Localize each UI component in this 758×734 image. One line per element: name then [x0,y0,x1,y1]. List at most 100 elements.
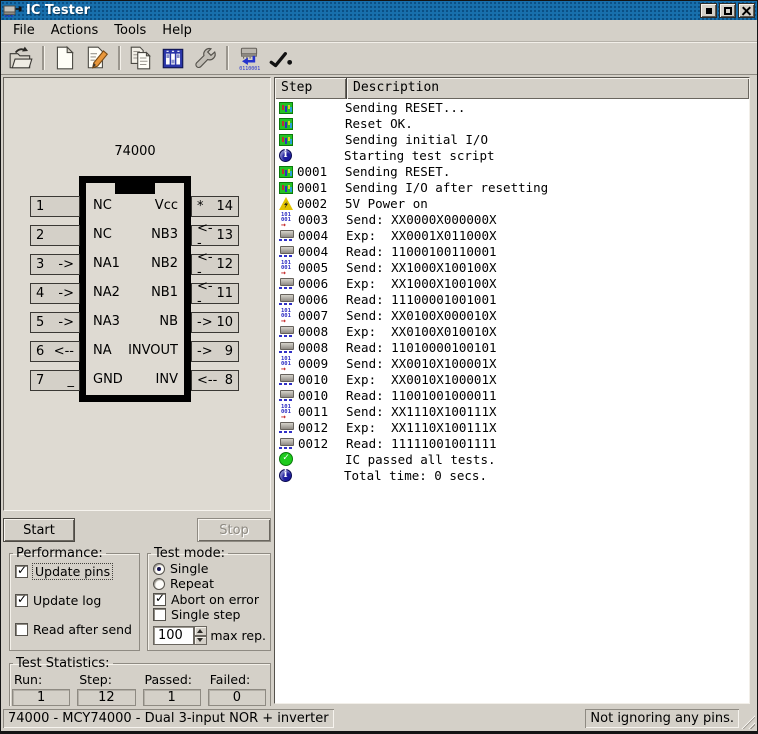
pin-row: 7_ GND INV <--8 [4,370,270,391]
open-file-button[interactable] [5,44,37,73]
pin-box-5[interactable]: 5-> [30,312,80,333]
radio-repeat[interactable]: Repeat [153,576,266,591]
log-row[interactable]: 0008 Read: 11010000100101 [275,339,749,355]
checkbox-read-after-send[interactable]: Read after send [15,622,135,637]
pin-box-13[interactable]: <--13 [191,225,239,246]
read-chip-icon [279,276,294,290]
pin-box-7[interactable]: 7_ [30,370,80,391]
maximize-button[interactable] [719,3,736,18]
spin-up-button[interactable] [194,626,208,636]
pin-label-right: NB3 [151,227,178,242]
chip-title: 74000 [79,144,191,159]
pin-label-right: Vcc [155,198,178,213]
column-header-description[interactable]: Description [347,78,749,99]
toolbar-separator [42,46,44,70]
checkbox-update-log[interactable]: Update log [15,593,135,608]
log-row[interactable]: 0002 5V Power on [275,195,749,211]
checkbox-box [153,593,166,606]
log-row[interactable]: 0005 Send: XX1000X100100X [275,259,749,275]
pin-label-left: NC [93,227,112,242]
maximize-icon [724,7,732,15]
log-row[interactable]: 0004 Exp: XX0001X011000X [275,227,749,243]
log-row[interactable]: 0001 Sending RESET. [275,163,749,179]
log-row[interactable]: 0001 Sending I/O after resetting [275,179,749,195]
resize-grip[interactable] [741,715,755,729]
checkbox-abort-on-error[interactable]: Abort on error [153,592,266,607]
pin-box-10[interactable]: ->10 [191,312,239,333]
checkbox-box [15,565,28,578]
spin-down-button[interactable] [194,636,208,646]
log-row[interactable]: Total time: 0 secs. [275,467,749,483]
log-row[interactable]: 0006 Read: 11100001001001 [275,291,749,307]
menu-help[interactable]: Help [154,21,200,40]
pin-box-2[interactable]: 2 [30,225,80,246]
pin-box-6[interactable]: 6<-- [30,341,80,362]
log-row[interactable]: Starting test script [275,147,749,163]
checkbox-update-pins[interactable]: Update pins [15,564,135,579]
pin-box-11[interactable]: <--11 [191,283,239,304]
column-header-step[interactable]: Step [275,78,347,99]
test-ic-icon: 0110001 [236,45,262,71]
read-chip-icon [279,244,294,258]
log-row[interactable]: 0010 Read: 11001001000011 [275,387,749,403]
log-row[interactable]: 0003 Send: XX0000X000000X [275,211,749,227]
log-row[interactable]: Sending RESET... [275,99,749,115]
pin-box-1[interactable]: 1 [30,196,80,217]
pin-box-9[interactable]: ->9 [191,341,239,362]
log-row[interactable]: 0006 Exp: XX1000X100100X [275,275,749,291]
log-row[interactable]: 0007 Send: XX0100X000010X [275,307,749,323]
minimize-button[interactable] [700,3,717,18]
pin-row: 4-> NA2 NB1 <--11 [4,283,270,304]
edit-file-button[interactable] [81,44,113,73]
pin-box-8[interactable]: <--8 [191,370,239,391]
pin-label-left: NC [93,198,112,213]
max-rep-input[interactable]: 100 [153,626,194,645]
radio-single[interactable]: Single [153,561,266,576]
pin-box-12[interactable]: <--12 [191,254,239,275]
window-title: IC Tester [26,3,698,18]
log-row[interactable]: 0004 Read: 11000100110001 [275,243,749,259]
log-row[interactable]: 0010 Exp: XX0010X100001X [275,371,749,387]
stat-run: Run: 1 [12,672,70,706]
menu-actions[interactable]: Actions [43,21,107,40]
new-file-button[interactable] [49,44,81,73]
menu-tools[interactable]: Tools [106,21,154,40]
pin-label-left: NA [93,343,112,358]
pin-row: 5-> NA3 NB ->10 [4,312,270,333]
log-row[interactable]: 0012 Read: 11111001001111 [275,435,749,451]
send-bits-icon [279,212,294,226]
stop-button[interactable]: Stop [197,518,271,542]
pin-label-right: NB1 [151,285,178,300]
titlebar[interactable]: IC Tester [1,1,757,20]
probe-icon [268,45,294,71]
pin-label-left: NA3 [93,314,120,329]
log-row[interactable]: Sending initial I/O [275,131,749,147]
pin-label-right: NB [159,314,178,329]
log-row[interactable]: 0012 Exp: XX1110X100111X [275,419,749,435]
checkbox-single-step[interactable]: Single step [153,607,266,622]
log-row[interactable]: IC passed all tests. [275,451,749,467]
log-row[interactable]: 0011 Send: XX1110X100111X [275,403,749,419]
log-row[interactable]: 0009 Send: XX0010X100001X [275,355,749,371]
test-statistics-title: Test Statistics: [13,656,113,671]
open-file-icon [8,45,34,71]
pin-box-4[interactable]: 4-> [30,283,80,304]
copy-button[interactable] [125,44,157,73]
log-row[interactable]: Reset OK. [275,115,749,131]
settings-wrench-button[interactable] [189,44,221,73]
pin-row: 2 NC NB3 <--13 [4,225,270,246]
edit-file-icon [84,45,110,71]
pin-box-3[interactable]: 3-> [30,254,80,275]
probe-button[interactable] [265,44,297,73]
test-ic-button[interactable]: 0110001 [233,44,265,73]
pin-box-14[interactable]: *14 [191,196,239,217]
chip-ok-icon [279,182,293,194]
start-button[interactable]: Start [3,518,75,542]
log-row[interactable]: 0008 Exp: XX0100X010010X [275,323,749,339]
passed-icon [279,452,293,466]
menu-file[interactable]: File [5,21,43,40]
close-button[interactable] [738,3,755,18]
test-statistics-frame: Test Statistics: Run: 1 Step: 12 Passed:… [9,656,271,711]
dip-switch-button[interactable] [157,44,189,73]
main-area: 74000 1 NC Vcc *14 2 NC NB3 <--13 3-> NA… [1,75,757,706]
